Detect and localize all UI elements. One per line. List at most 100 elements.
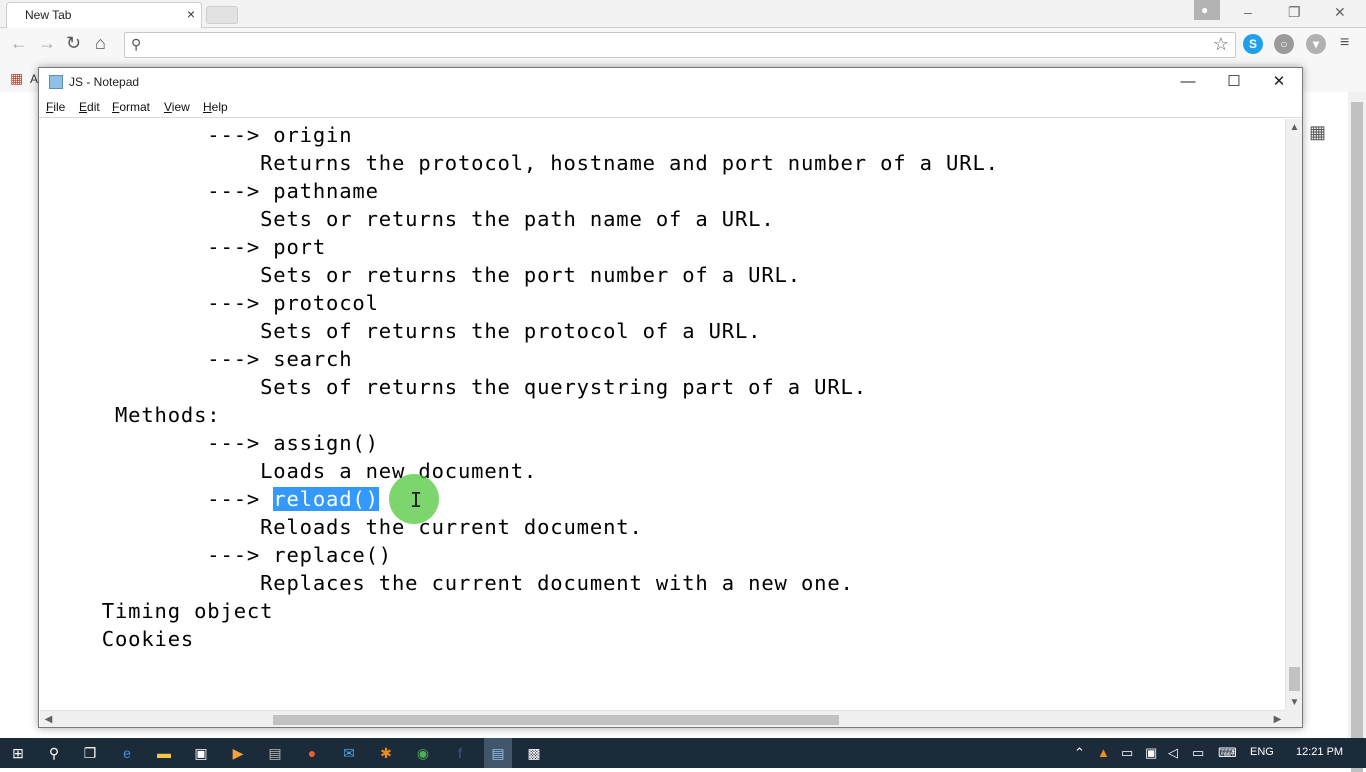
editor-line[interactable]: Replaces the current document with a new… [49,571,854,595]
file-explorer-icon[interactable]: ▬ [154,743,174,763]
editor-line[interactable]: ---> replace() [49,543,392,567]
scroll-right-arrow-icon[interactable]: ▶ [1269,711,1286,728]
maximize-button[interactable]: ☐ [1211,68,1257,96]
apps-launcher-icon[interactable]: ▦ [1309,122,1326,143]
menu-bar: File Edit Format View Help [39,96,1302,118]
facebook-icon[interactable]: f [450,743,470,763]
horizontal-scroll-thumb[interactable] [273,715,839,725]
editor-line[interactable]: Sets of returns the querystring part of … [49,375,867,399]
window-title: JS - Notepad [69,75,140,89]
chrome-icon[interactable]: ◉ [413,743,433,763]
scroll-left-arrow-icon[interactable]: ◀ [40,711,57,728]
editor-line[interactable]: Sets or returns the port number of a URL… [49,263,801,287]
screen-recorder-icon[interactable]: ▩ [524,743,544,763]
text-cursor-icon: I [410,488,423,512]
home-icon[interactable]: ⌂ [95,33,106,54]
minimize-button[interactable]: — [1165,68,1211,96]
store-icon[interactable]: ▣ [191,743,211,763]
editor-line[interactable]: Loads a new document. [49,459,537,483]
film-app-icon[interactable]: ▤ [265,743,285,763]
editor-line[interactable]: ---> assign() [49,431,379,455]
editor-line[interactable]: ---> pathname [49,179,379,203]
chrome-menu-icon[interactable]: ≡ [1340,34,1349,52]
horizontal-scrollbar[interactable]: ◀ ▶ [40,710,1286,727]
resize-grip[interactable] [1285,710,1302,727]
browser-restore-button[interactable]: ❐ [1288,4,1301,21]
outlook-icon[interactable]: ✉ [339,743,359,763]
menu-help-accel: H [203,100,212,114]
volume-icon[interactable]: ◁ [1168,745,1178,761]
editor-line[interactable]: ---> protocol [49,291,379,315]
browser-scrollbar[interactable] [1348,92,1366,772]
vertical-scroll-thumb[interactable] [1289,667,1300,691]
browser-minimize-button[interactable]: – [1244,4,1252,20]
editor-line[interactable]: ---> origin [49,123,352,147]
back-arrow-icon[interactable]: ← [10,33,28,54]
apps-grid-icon[interactable]: ▦ [10,70,23,87]
editor-line[interactable]: Returns the protocol, hostname and port … [49,151,999,175]
browser-toolbar: ← → ↻ ⌂ ⚲ ☆ S ○ ▾ ≡ [0,28,1366,64]
editor-line[interactable]: Cookies [49,627,194,651]
tray-chevron-up-icon[interactable]: ⌃ [1074,745,1085,761]
clock[interactable]: 12:21 PM [1296,746,1343,758]
tray-app-icon[interactable]: ▭ [1121,745,1133,761]
forward-arrow-icon[interactable]: → [38,33,56,54]
input-language[interactable]: ENG [1250,746,1274,758]
editor-line[interactable]: Timing object [49,599,273,623]
network-icon[interactable]: ▣ [1145,745,1157,761]
editor-content[interactable]: ---> origin Returns the protocol, hostna… [49,121,999,653]
apps-label[interactable]: A [30,72,38,86]
paint-app-icon[interactable]: ✱ [376,743,396,763]
search-icon[interactable]: ⚲ [44,743,64,763]
editor-line[interactable]: Sets or returns the path name of a URL. [49,207,775,231]
taskbar: ⊞ ⚲ ❐ e ▬ ▣ ▶ ▤ ● ✉ ✱ ◉ f ▤ ▩ ⌃ ▲ ▭ ▣ ◁ … [0,738,1366,768]
notepad-app-icon [49,75,63,89]
profile-button[interactable]: ● [1194,0,1220,20]
menu-view-accel: V [164,100,172,114]
keyboard-icon[interactable]: ⌨ [1218,745,1237,761]
editor-line[interactable]: ---> port [49,235,326,259]
notepad-taskbar-icon[interactable]: ▤ [484,738,512,768]
vlc-tray-icon[interactable]: ▲ [1097,745,1110,760]
menu-format-label: ormat [119,100,151,114]
editor-line[interactable]: Sets of returns the protocol of a URL. [49,319,761,343]
editor-line[interactable]: Methods: [49,403,221,427]
shield-extension-icon[interactable]: ▾ [1306,34,1326,54]
browser-tab-title: New Tab [25,8,72,22]
browser-scrollbar-thumb[interactable] [1351,102,1363,772]
selected-text[interactable]: reload() [273,487,379,511]
scroll-down-arrow-icon[interactable]: ▼ [1286,694,1303,711]
notepad-titlebar[interactable]: JS - Notepad — ☐ ✕ [39,68,1302,96]
menu-view-label: iew [171,100,190,114]
close-tab-icon[interactable]: × [187,6,195,22]
menu-help[interactable]: Help [203,100,228,114]
text-editor[interactable]: ---> origin Returns the protocol, hostna… [40,119,1286,711]
reload-icon[interactable]: ↻ [66,33,81,54]
firefox-icon[interactable]: ● [302,743,322,763]
menu-view[interactable]: View [164,100,190,114]
editor-line[interactable]: ---> search [49,347,352,371]
task-view-icon[interactable]: ❐ [80,743,100,763]
extension-icon[interactable]: ○ [1274,34,1294,54]
editor-line[interactable]: Reloads the current document. [49,515,643,539]
browser-close-button[interactable]: ✕ [1334,4,1346,21]
scroll-up-arrow-icon[interactable]: ▲ [1286,119,1303,136]
new-tab-button[interactable] [206,6,238,24]
menu-file[interactable]: File [46,100,65,114]
menu-edit[interactable]: Edit [79,100,100,114]
menu-edit-accel: E [79,100,88,114]
skype-extension-icon[interactable]: S [1243,34,1263,54]
search-icon: ⚲ [131,36,142,52]
editor-line[interactable]: ---> [49,487,273,511]
vertical-scrollbar[interactable]: ▲ ▼ [1285,119,1302,711]
address-bar[interactable]: ⚲ ☆ [124,32,1236,58]
browser-tabstrip: New Tab × ● – ❐ ✕ [0,0,1366,28]
bookmark-star-icon[interactable]: ☆ [1213,34,1229,55]
menu-format[interactable]: Format [112,100,150,114]
close-button[interactable]: ✕ [1256,68,1302,96]
edge-browser-icon[interactable]: e [117,743,137,763]
start-button-icon[interactable]: ⊞ [8,743,28,763]
browser-tab-new-tab[interactable]: New Tab × [6,2,202,28]
notifications-icon[interactable]: ▭ [1192,745,1204,761]
media-player-icon[interactable]: ▶ [228,743,248,763]
